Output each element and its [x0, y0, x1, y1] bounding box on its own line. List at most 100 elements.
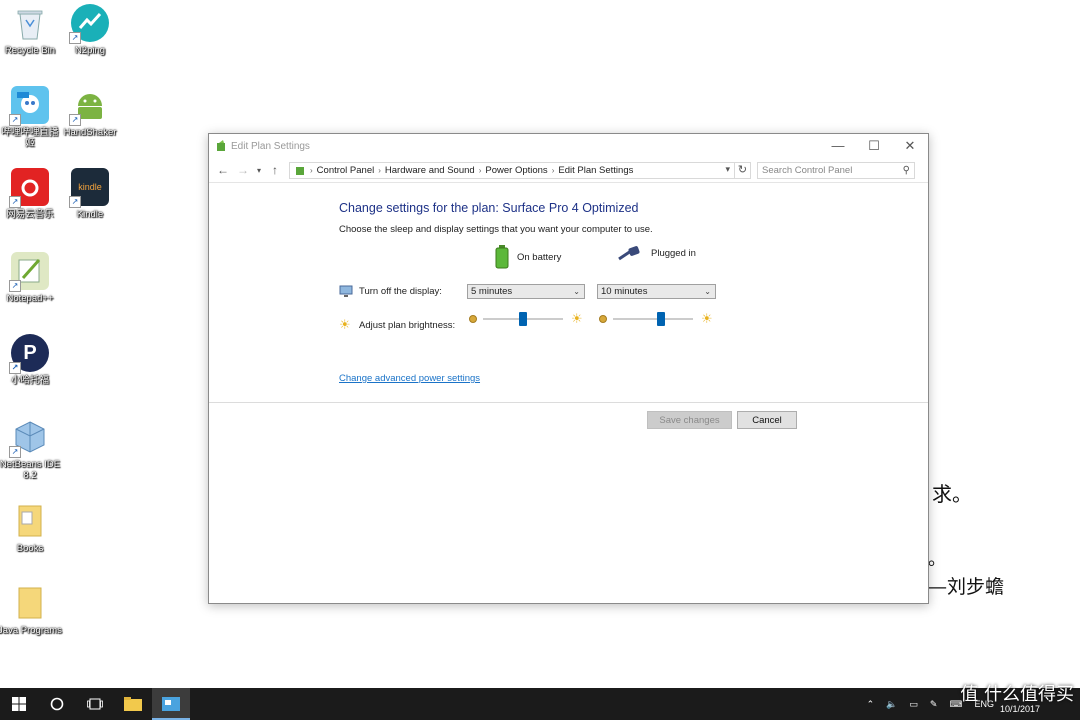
desktop-icon-label: N2ping [74, 45, 106, 56]
volume-icon[interactable]: 🔈 [886, 699, 897, 710]
bright-sun-icon: ☀ [571, 311, 583, 326]
recycle-bin-icon [11, 4, 49, 42]
window-titlebar[interactable]: Edit Plan Settings — ☐ ✕ [209, 134, 928, 158]
column-on-battery: On battery [495, 245, 561, 269]
bilibili-live-icon: ↗ [9, 86, 49, 126]
breadcrumb-control-panel[interactable]: Control Panel [317, 165, 375, 176]
desktop-icon-label: Books [16, 543, 44, 554]
search-box: ⚲ [757, 161, 915, 179]
shortcut-arrow-icon: ↗ [9, 280, 21, 292]
watermark-logo: 值 什么值得买 [960, 684, 1074, 705]
pen-icon[interactable]: ✎ [930, 699, 938, 710]
column-plugged-in: Plugged in [617, 245, 696, 261]
shortcut-arrow-icon: ↗ [69, 196, 81, 208]
cancel-button[interactable]: Cancel [737, 411, 797, 429]
desktop-icon-kindle[interactable]: kindle ↗ Kindle [58, 168, 122, 220]
control-panel-icon [162, 697, 180, 711]
display-plugged-value: 10 minutes [601, 286, 648, 297]
desktop-icon-netease-music[interactable]: ↗ 网易云音乐 [0, 168, 62, 220]
shortcut-arrow-icon: ↗ [9, 196, 21, 208]
file-explorer-button[interactable] [114, 688, 152, 720]
display-battery-select[interactable]: 5 minutes ⌄ [467, 284, 585, 299]
desktop-icon-netbeans[interactable]: ↗ NetBeans IDE 8.2 [0, 418, 62, 481]
breadcrumb-power-options[interactable]: Power Options [485, 165, 547, 176]
kindle-icon: kindle ↗ [69, 168, 109, 208]
control-panel-taskbar-button[interactable] [152, 688, 190, 720]
task-view-icon [87, 698, 103, 710]
brightness-plugged-slider[interactable]: ☀ [599, 312, 719, 328]
desktop-icon-handshaker[interactable]: ↗ HandShaker [58, 86, 122, 138]
divider [209, 402, 928, 403]
back-arrow-icon[interactable]: ← [213, 163, 233, 177]
control-panel-icon [296, 167, 304, 175]
search-input[interactable] [762, 164, 903, 176]
breadcrumb-separator-icon: › [478, 165, 482, 175]
desktop-icon-xiaoma-toefl[interactable]: P ↗ 小哈托福 [0, 334, 62, 386]
task-view-button[interactable] [76, 688, 114, 720]
address-bar[interactable]: › Control Panel › Hardware and Sound › P… [289, 161, 735, 179]
show-hidden-icons-icon[interactable]: ⌃ [867, 699, 875, 710]
chevron-down-icon: ⌄ [573, 287, 580, 296]
up-arrow-icon[interactable]: ↑ [265, 163, 285, 177]
forward-arrow-icon[interactable]: → [233, 163, 253, 177]
windows-logo-icon [12, 697, 26, 711]
desktop-icon-notepadpp[interactable]: ↗ Notepad++ [0, 252, 62, 304]
desktop-icon-java-programs[interactable]: Java Programs [0, 584, 62, 636]
breadcrumb-separator-icon: › [551, 165, 555, 175]
on-battery-label: On battery [517, 251, 562, 263]
brightness-label: Adjust plan brightness: [359, 319, 456, 331]
netbeans-icon: ↗ [9, 418, 49, 458]
display-icon [339, 285, 353, 297]
desktop-icon-label: Java Programs [0, 625, 62, 636]
cortana-circle-icon [50, 697, 64, 711]
recent-locations-icon[interactable]: ▾ [253, 166, 265, 175]
advanced-power-settings-link[interactable]: Change advanced power settings [339, 373, 480, 384]
battery-status-icon[interactable]: ▭ [909, 699, 918, 710]
desktop-icon-label: Kindle [76, 209, 104, 220]
search-icon[interactable]: ⚲ [903, 165, 910, 176]
desktop-icon-recycle-bin[interactable]: Recycle Bin [0, 4, 62, 56]
edit-plan-settings-window: Edit Plan Settings — ☐ ✕ ← → ▾ ↑ › Contr… [208, 133, 929, 604]
page-title: Change settings for the plan: Surface Pr… [339, 201, 639, 215]
breadcrumb-edit-plan-settings[interactable]: Edit Plan Settings [558, 165, 633, 176]
display-label: Turn off the display: [359, 285, 442, 297]
file-explorer-icon [124, 697, 142, 711]
power-options-icon [217, 140, 225, 151]
minimize-icon[interactable]: — [820, 138, 856, 154]
breadcrumb-separator-icon: › [310, 165, 313, 175]
desktop-icon-label: 哔哩哔哩直播姬 [1, 127, 59, 149]
battery-icon [495, 245, 509, 269]
netease-music-icon: ↗ [9, 168, 49, 208]
slider-thumb[interactable] [519, 312, 527, 326]
cortana-button[interactable] [38, 688, 76, 720]
desktop-icon-label: HandShaker [63, 127, 117, 138]
maximize-icon[interactable]: ☐ [856, 138, 892, 154]
folder-icon [11, 584, 49, 622]
shortcut-arrow-icon: ↗ [9, 362, 21, 374]
page-description: Choose the sleep and display settings th… [339, 224, 653, 235]
shortcut-arrow-icon: ↗ [69, 32, 81, 44]
refresh-icon[interactable]: ↻ [735, 161, 751, 179]
n2ping-icon: ↗ [69, 4, 109, 44]
brightness-icon: ☀ [339, 317, 351, 332]
shortcut-arrow-icon: ↗ [9, 114, 21, 126]
display-plugged-select[interactable]: 10 minutes ⌄ [597, 284, 716, 299]
slider-track[interactable] [613, 318, 693, 320]
desktop-icon-n2ping[interactable]: ↗ N2ping [58, 4, 122, 56]
slider-thumb[interactable] [657, 312, 665, 326]
save-changes-button[interactable]: Save changes [647, 411, 732, 429]
breadcrumb-hardware-sound[interactable]: Hardware and Sound [385, 165, 475, 176]
close-icon[interactable]: ✕ [892, 138, 928, 154]
shortcut-arrow-icon: ↗ [9, 446, 21, 458]
background-quote-line2: 。 [928, 549, 946, 570]
brightness-battery-slider[interactable]: ☀ [469, 312, 589, 328]
address-dropdown-icon[interactable]: ▾ [725, 164, 730, 175]
desktop-icon-books[interactable]: Books [0, 502, 62, 554]
dim-sun-icon [469, 315, 477, 323]
desktop-icon-label: Notepad++ [6, 293, 54, 304]
desktop-icon-label: 小哈托福 [10, 375, 49, 386]
desktop-icon-label: 网易云音乐 [6, 209, 54, 220]
desktop-icon-bilibili-live[interactable]: ↗ 哔哩哔哩直播姬 [0, 86, 62, 149]
power-plug-icon [618, 246, 640, 261]
start-button[interactable] [0, 688, 38, 720]
